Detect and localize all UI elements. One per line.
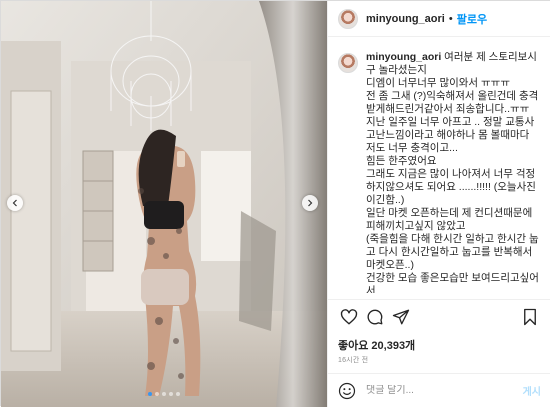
like-button[interactable] — [336, 304, 362, 330]
post-timestamp[interactable]: 16시간 전 — [338, 355, 368, 365]
carousel-dot — [176, 392, 180, 396]
caption-row: minyoung_aori 여러분 제 스토리보시구 놀라셨는지 디엠이 너무너… — [338, 51, 541, 293]
carousel-indicator — [1, 392, 327, 396]
chevron-right-icon — [308, 199, 313, 207]
post-details-panel: minyoung_aori • 팔로우 minyoung_aori 여러분 제 … — [327, 1, 550, 407]
photo-illustration — [1, 1, 327, 407]
avatar[interactable] — [338, 8, 358, 29]
username[interactable]: minyoung_aori — [366, 13, 445, 25]
post-header: minyoung_aori • 팔로우 — [328, 1, 550, 37]
carousel-dot — [169, 392, 173, 396]
bookmark-icon — [524, 308, 536, 325]
heart-icon — [340, 308, 358, 325]
post-modal: minyoung_aori • 팔로우 minyoung_aori 여러분 제 … — [0, 0, 550, 407]
caption-text: 여러분 제 스토리보시구 놀라셨는지 디엠이 너무너무 많이와서 ㅠㅠㅠ 전 좀… — [366, 51, 539, 293]
share-button[interactable] — [388, 304, 414, 330]
separator: • — [448, 12, 453, 25]
comment-icon — [367, 309, 383, 324]
save-button[interactable] — [517, 304, 543, 330]
action-bar — [328, 299, 550, 333]
comment-button[interactable] — [362, 304, 388, 330]
post-caption: minyoung_aori 여러분 제 스토리보시구 놀라셨는지 디엠이 너무너… — [366, 51, 541, 293]
follow-button[interactable]: 팔로우 — [457, 11, 487, 27]
carousel-dot — [155, 392, 159, 396]
caption-username[interactable]: minyoung_aori — [366, 51, 441, 63]
smiley-icon[interactable] — [338, 382, 356, 400]
prev-slide-button[interactable] — [7, 195, 23, 211]
share-icon — [392, 309, 410, 324]
comments-section[interactable]: minyoung_aori 여러분 제 스토리보시구 놀라셨는지 디엠이 너무너… — [328, 51, 550, 293]
comment-form: 게시 — [328, 373, 550, 407]
comment-input[interactable] — [366, 385, 523, 396]
next-slide-button[interactable] — [302, 195, 318, 211]
like-count[interactable]: 좋아요 20,393개 — [338, 337, 415, 353]
post-photo[interactable] — [1, 1, 327, 407]
caption-avatar[interactable] — [338, 53, 358, 73]
post-comment-button[interactable]: 게시 — [523, 383, 541, 398]
carousel-dot — [148, 392, 152, 396]
chevron-left-icon — [12, 199, 17, 207]
carousel-dot — [162, 392, 166, 396]
